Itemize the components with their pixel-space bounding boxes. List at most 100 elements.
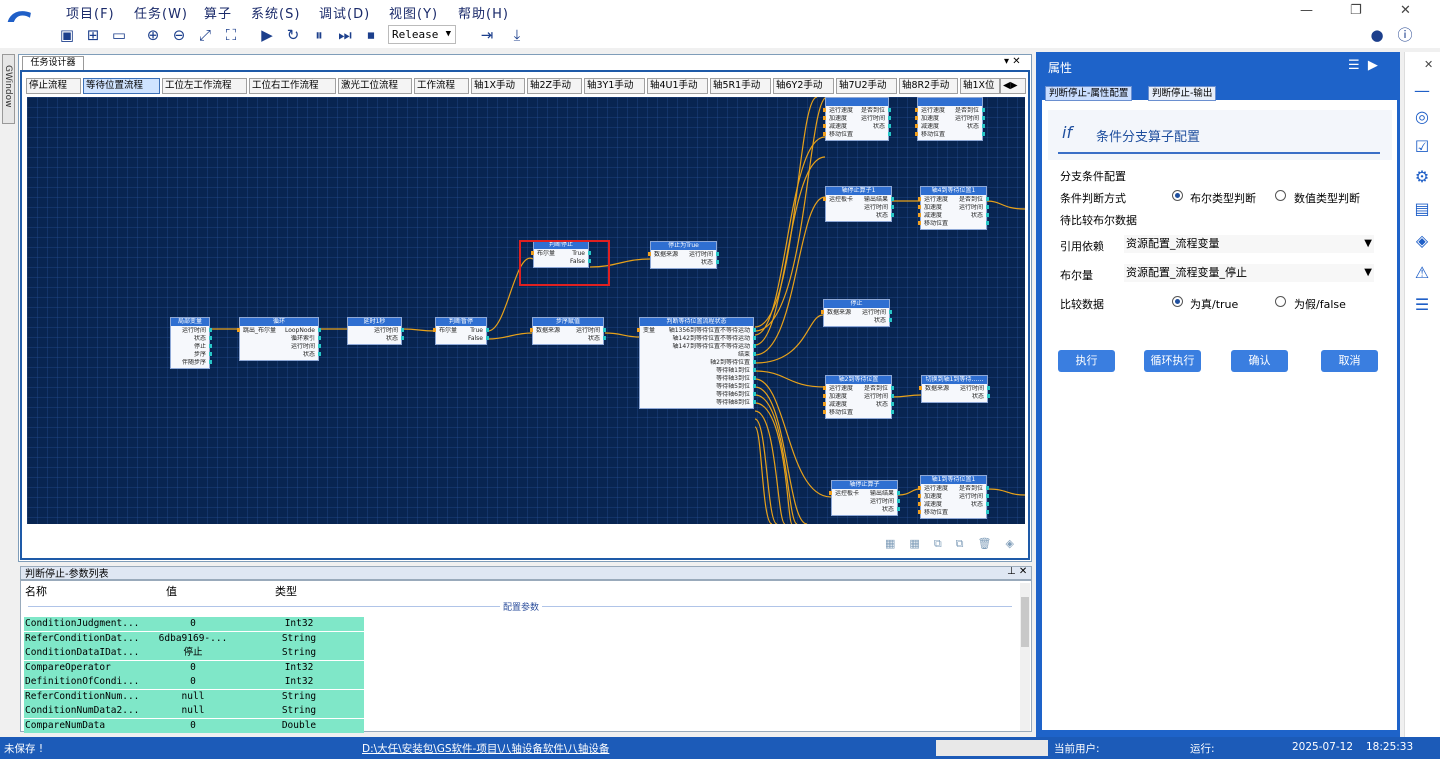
output-port[interactable] (209, 360, 212, 364)
input-port[interactable] (823, 116, 826, 120)
output-port[interactable] (982, 116, 985, 120)
open-folder-icon[interactable]: ▭ (110, 26, 128, 44)
flow-node[interactable]: 运行速度 是否到位 加速度 运行时间 减速度 状态 移动位置 (915, 97, 985, 141)
flow-tab[interactable]: 工位左工作流程 (162, 78, 247, 94)
menu-project[interactable]: 项目(F) (66, 3, 115, 22)
download-icon[interactable]: ⤓ (508, 26, 526, 44)
radio-bool-judge[interactable] (1172, 190, 1183, 201)
input-port[interactable] (823, 386, 826, 390)
cancel-button[interactable]: 取消 (1321, 350, 1378, 372)
radio-num-judge[interactable] (1275, 190, 1286, 201)
step-icon[interactable]: ⏭ (336, 26, 354, 44)
build-config-select[interactable]: Release ▼ (388, 25, 456, 44)
flow-node[interactable]: 判断等待位置流程状态 变量 轴1356到等待位置不等待运动 轴142到等待位置不等待运… (637, 317, 756, 409)
input-port[interactable] (915, 132, 918, 136)
output-port[interactable] (897, 507, 900, 511)
flow-tab[interactable]: 轴6Y2手动 (773, 78, 834, 94)
minus-icon[interactable]: — (1411, 80, 1433, 102)
input-port[interactable] (829, 491, 832, 495)
output-port[interactable] (986, 494, 989, 498)
menu-debug[interactable]: 调试(D) (319, 3, 370, 22)
param-header-value[interactable]: 值 (166, 583, 177, 599)
output-port[interactable] (753, 400, 756, 404)
flow-node[interactable]: 轴2到等待位置 运行速度 是否到位 加速度 运行时间 减速度 状态 移动位置 (823, 375, 894, 419)
input-port[interactable] (918, 510, 921, 514)
list-icon[interactable]: ☰ (1411, 294, 1433, 316)
output-port[interactable] (897, 499, 900, 503)
panel-icon[interactable]: ▤ (1411, 198, 1433, 220)
input-port[interactable] (918, 213, 921, 217)
input-port[interactable] (919, 386, 922, 390)
run-icon[interactable]: ▶ (258, 26, 276, 44)
flow-tab[interactable]: 轴8R2手动 (899, 78, 958, 94)
flow-tab[interactable]: 轴7U2手动 (836, 78, 897, 94)
flow-tab[interactable]: 轴2Z手动 (527, 78, 582, 94)
output-port[interactable] (486, 336, 489, 340)
flow-tab[interactable]: 等待位置流程 (83, 78, 160, 94)
radio-num-label[interactable]: 数值类型判断 (1294, 190, 1360, 206)
menu-operator[interactable]: 算子 (204, 3, 232, 22)
output-port[interactable] (753, 392, 756, 396)
input-port[interactable] (530, 328, 533, 332)
flow-node[interactable]: 轴停止算子1 运控板卡 输出结果 运行时间 状态 (823, 186, 894, 222)
pin-icon[interactable]: ⊥ ✕ (1007, 566, 1027, 577)
output-port[interactable] (318, 344, 321, 348)
output-port[interactable] (753, 384, 756, 388)
output-port[interactable] (401, 336, 404, 340)
output-port[interactable] (982, 132, 985, 136)
tab-config[interactable]: 判断停止-属性配置 (1045, 86, 1133, 101)
flow-node[interactable]: 延时1秒 运行时间 状态 (347, 317, 404, 345)
tab-output[interactable]: 判断停止-输出 (1148, 86, 1217, 101)
warning-icon[interactable]: ⚠ (1411, 262, 1433, 284)
input-port[interactable] (237, 328, 240, 332)
input-port[interactable] (823, 108, 826, 112)
output-port[interactable] (888, 124, 891, 128)
flow-tab[interactable]: 轴4U1手动 (647, 78, 708, 94)
param-row[interactable]: DefinitionOfCondi... 0 Int32 (24, 675, 364, 689)
flow-node[interactable]: 判断暂停 布尔量 True False (433, 317, 489, 345)
radio-false-label[interactable]: 为假/false (1294, 296, 1346, 312)
input-port[interactable] (915, 116, 918, 120)
param-row[interactable]: ConditionNumData2... null String (24, 704, 364, 718)
output-port[interactable] (209, 336, 212, 340)
radio-bool-label[interactable]: 布尔类型判断 (1190, 190, 1256, 206)
param-row[interactable]: ReferConditionDat... 6dba9169-... String (24, 631, 364, 646)
output-port[interactable] (897, 491, 900, 495)
fullscreen-icon[interactable]: ⛶ (222, 26, 240, 44)
output-port[interactable] (401, 328, 404, 332)
output-port[interactable] (987, 386, 990, 390)
output-port[interactable] (891, 394, 894, 398)
flow-tab[interactable]: 工位右工作流程 (249, 78, 336, 94)
paste-icon[interactable]: ⧉ (956, 537, 964, 550)
user-icon[interactable]: ● (1368, 26, 1386, 44)
output-port[interactable] (982, 108, 985, 112)
output-port[interactable] (888, 108, 891, 112)
output-port[interactable] (891, 213, 894, 217)
ref-dropdown[interactable]: 资源配置_流程变量 ▼ (1124, 235, 1374, 253)
radio-true-label[interactable]: 为真/true (1190, 296, 1238, 312)
output-port[interactable] (891, 205, 894, 209)
pause-icon[interactable]: ⏸ (310, 26, 328, 44)
gwindow-tab[interactable]: GWindow (2, 54, 15, 124)
param-row[interactable]: ReferConditionNum... null String (24, 689, 364, 704)
flow-node[interactable]: 轴4到等待位置1 运行速度 是否到位 加速度 运行时间 减速度 状态 移动位置 (918, 186, 989, 230)
confirm-button[interactable]: 确认 (1231, 350, 1288, 372)
flow-tab[interactable]: 轴5R1手动 (710, 78, 771, 94)
flow-node[interactable]: 切换到轴1到等待…… 数据来源 运行时间 状态 (919, 375, 990, 403)
input-port[interactable] (915, 124, 918, 128)
param-header-type[interactable]: 类型 (275, 583, 297, 599)
output-port[interactable] (986, 510, 989, 514)
output-port[interactable] (891, 386, 894, 390)
settings-list-icon[interactable]: ⚙ (1411, 166, 1433, 188)
output-port[interactable] (753, 376, 756, 380)
fit-icon[interactable]: ⤢ (196, 26, 214, 44)
properties-menu-icon[interactable]: ☰ ▶ (1348, 58, 1378, 73)
output-port[interactable] (318, 352, 321, 356)
output-port[interactable] (888, 116, 891, 120)
delete-icon[interactable]: 🗑 (978, 537, 992, 550)
menu-view[interactable]: 视图(Y) (389, 3, 438, 22)
param-header-name[interactable]: 名称 (25, 583, 47, 599)
output-port[interactable] (986, 502, 989, 506)
output-port[interactable] (889, 310, 892, 314)
input-port[interactable] (821, 310, 824, 314)
